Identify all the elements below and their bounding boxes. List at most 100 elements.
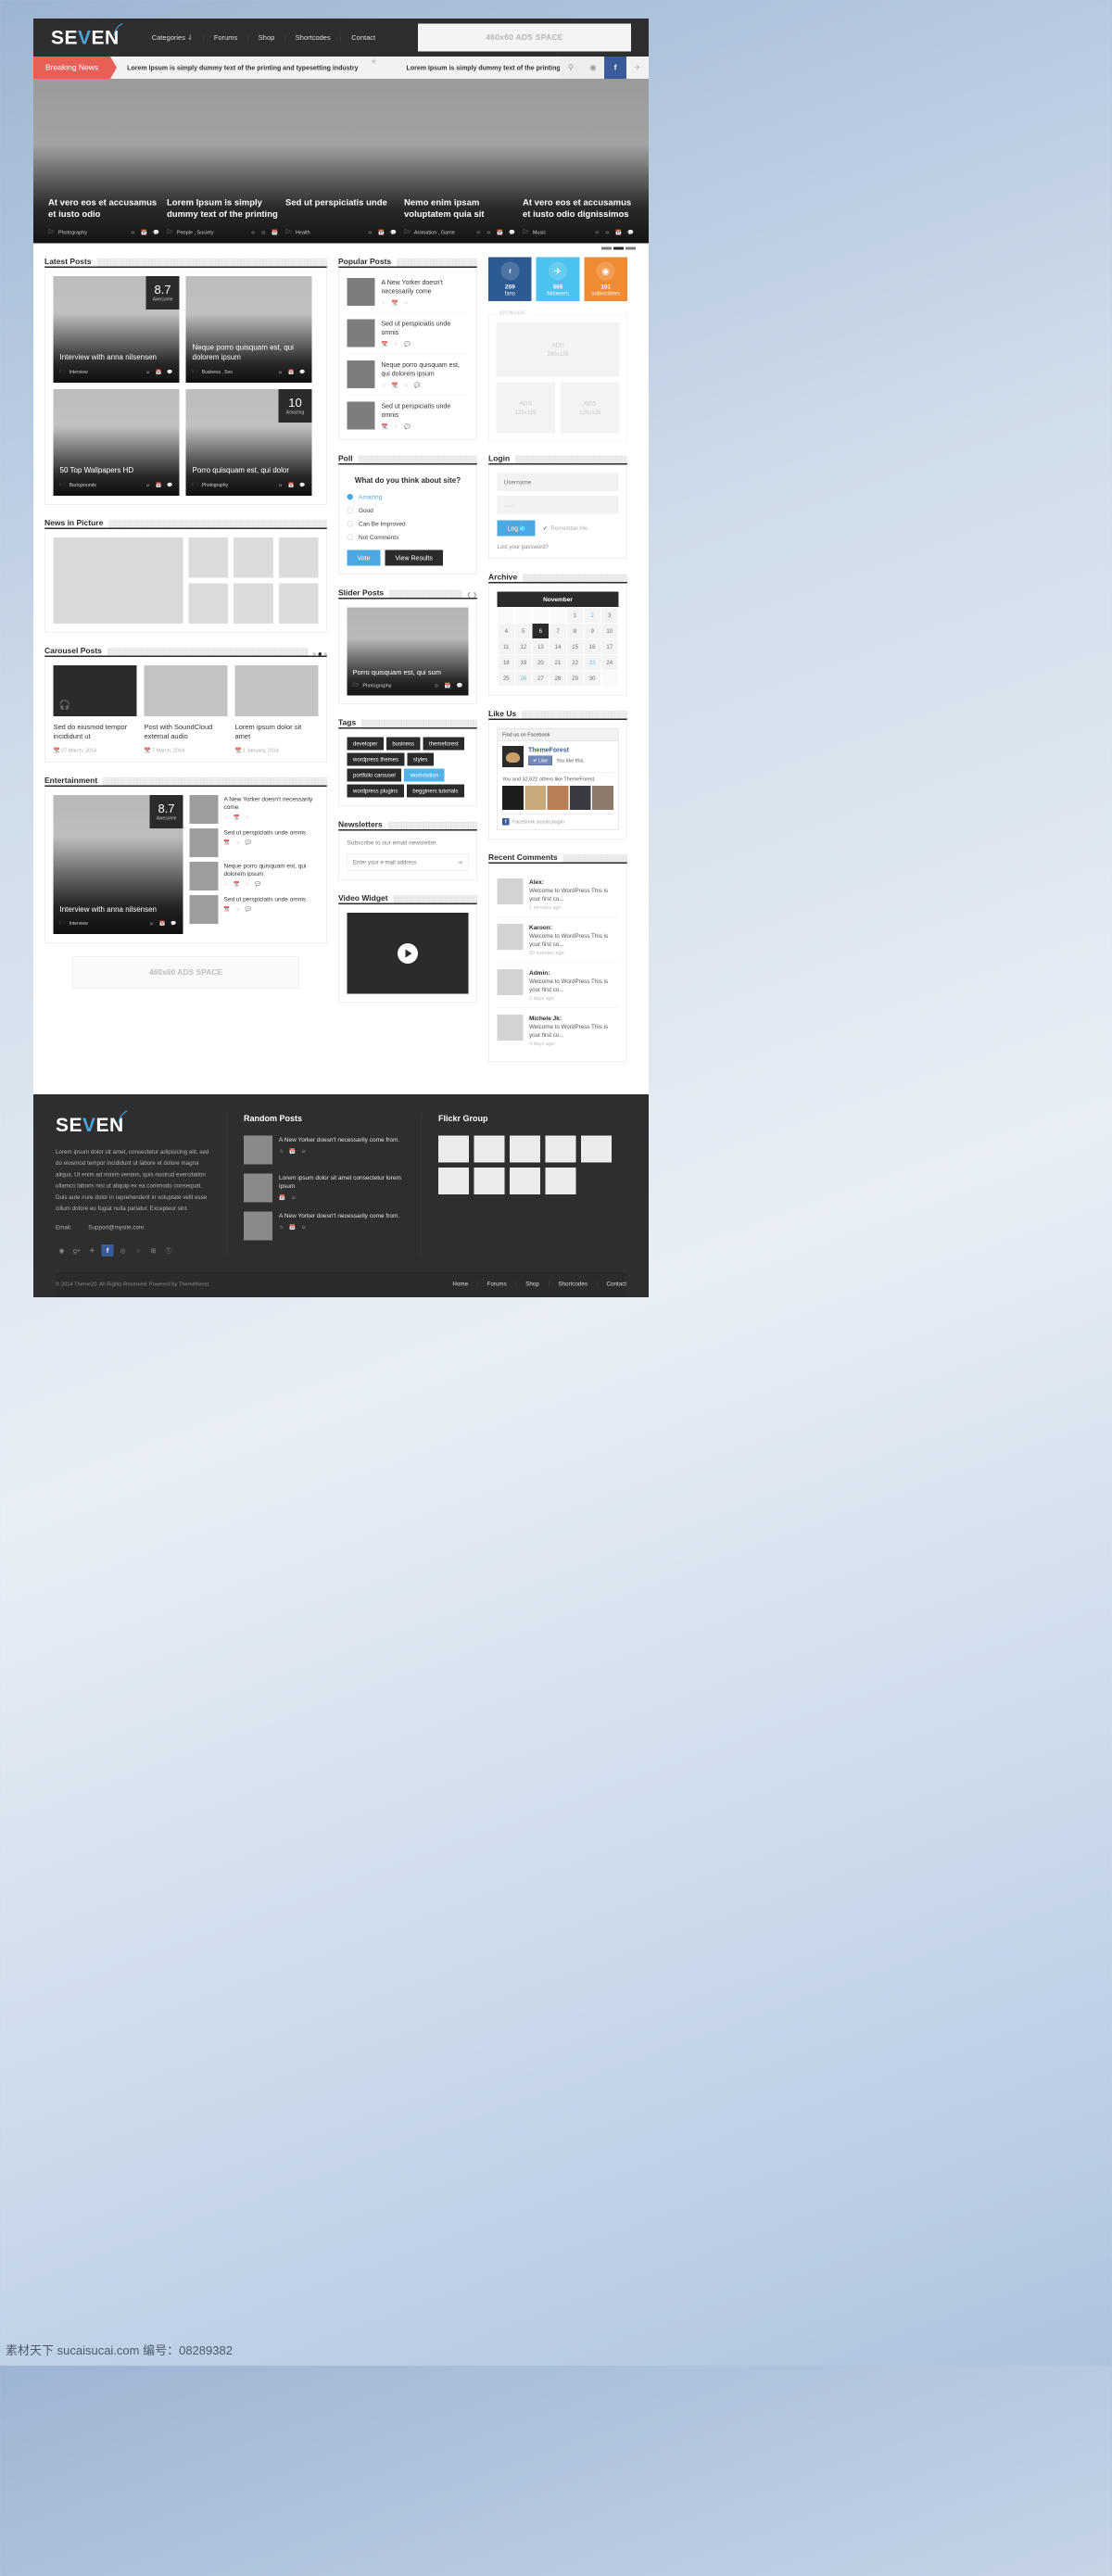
news-picture-thumb[interactable] xyxy=(278,537,319,578)
dribbble-icon[interactable]: ◉ xyxy=(56,1244,68,1256)
list-item[interactable]: Michele Jk: Welcome to WordPress This is… xyxy=(497,1008,619,1054)
chevron-right-icon[interactable]: ❯ xyxy=(473,591,477,598)
poll-option-amazing[interactable]: Amazing xyxy=(347,494,469,500)
calendar-day[interactable]: 15 xyxy=(565,638,585,655)
footer-logo[interactable]: SEVEN xyxy=(56,1110,210,1136)
news-picture-thumb[interactable] xyxy=(234,583,273,624)
twitter-icon[interactable]: ✈ xyxy=(86,1244,98,1256)
vote-button[interactable]: Vote xyxy=(347,549,381,566)
slider-dot[interactable] xyxy=(626,246,636,250)
slider-dot-active[interactable] xyxy=(613,246,624,250)
calendar-day[interactable]: 9 xyxy=(583,623,601,639)
list-item[interactable]: Karoon: Welcome to WordPress This is you… xyxy=(497,917,619,963)
breaking-news-item-1[interactable]: Lorem Ipsum is simply dummy text of the … xyxy=(110,57,358,79)
calendar-day[interactable]: 19 xyxy=(514,654,533,671)
tag-wordpress-plugins[interactable]: wordpress plugins xyxy=(347,784,404,798)
list-item[interactable]: A New Yorker doesn't necessarily come fr… xyxy=(244,1211,405,1241)
poll-option-can-be-improved[interactable]: Can Be Improved xyxy=(347,521,469,527)
calendar-day[interactable]: 21 xyxy=(549,654,567,671)
flickr-thumb[interactable] xyxy=(581,1135,612,1163)
tag-business[interactable]: business xyxy=(385,737,421,751)
github-icon[interactable]: ○ xyxy=(133,1244,145,1256)
carousel-dot-active[interactable] xyxy=(318,652,322,656)
list-item[interactable]: Neque porro quisquam est, qui dolorem ip… xyxy=(347,354,469,396)
radio-icon[interactable] xyxy=(347,494,353,500)
footer-nav-shop[interactable]: Shop xyxy=(516,1281,550,1288)
news-picture-thumb[interactable] xyxy=(188,583,229,624)
slider-post-slide[interactable]: Porro quisquam est, qui sum 🗁 Photograph… xyxy=(347,607,469,696)
twitter-icon[interactable]: ✈ xyxy=(626,57,649,79)
logo[interactable]: SEVEN xyxy=(51,23,123,49)
radio-icon[interactable] xyxy=(347,507,353,513)
calendar-day[interactable]: 25 xyxy=(497,670,516,687)
post-card[interactable]: Neque porro quisquam est, qui dolorem ip… xyxy=(185,276,312,383)
play-icon[interactable] xyxy=(398,942,418,964)
featured-slide[interactable]: Nemo enim ipsam voluptatem quia sit 🗁 An… xyxy=(400,197,519,237)
breaking-news-item-2[interactable]: Lorem Ipsum is simply dummy text of the … xyxy=(390,57,560,79)
news-picture-large[interactable] xyxy=(53,537,183,624)
entertainment-item[interactable]: Neque porro quisquam est, qui dolorem ip… xyxy=(189,861,319,890)
calendar-day[interactable]: 30 xyxy=(583,670,601,687)
flickr-thumb[interactable] xyxy=(510,1168,540,1194)
facebook-icon[interactable]: f xyxy=(604,57,626,79)
calendar-day[interactable]: 24 xyxy=(600,654,619,671)
slider-pagination[interactable] xyxy=(601,246,636,250)
poll-option-good[interactable]: Good xyxy=(347,507,469,514)
entertainment-item[interactable]: A New Yorker doesn't necessarily come ☆ … xyxy=(189,794,319,824)
pinterest-icon[interactable]: Ⓣ xyxy=(163,1244,175,1256)
calendar-day[interactable]: 29 xyxy=(565,670,585,687)
remember-me-checkbox[interactable]: ✓ Remember Me xyxy=(543,524,588,532)
calendar-day[interactable]: 16 xyxy=(583,638,601,655)
calendar-day[interactable]: 27 xyxy=(531,670,550,687)
footer-nav-home[interactable]: Home xyxy=(443,1281,478,1288)
list-item[interactable]: Lorem ipsum dolor sit amet consectetur l… xyxy=(244,1173,405,1203)
flickr-thumb[interactable] xyxy=(438,1168,469,1194)
footer-email-link[interactable]: Support@mysite.com xyxy=(88,1224,144,1231)
calendar-day[interactable]: 28 xyxy=(549,670,567,687)
twitter-counter[interactable]: ✈ 568 followers xyxy=(536,257,580,301)
sponsor-ad-large[interactable]: ADS 260x125 xyxy=(496,322,620,377)
password-field[interactable] xyxy=(497,496,619,514)
calendar-day[interactable]: 20 xyxy=(531,654,550,671)
tag-workstation[interactable]: workstation xyxy=(404,768,445,782)
calendar-day-today[interactable]: 6 xyxy=(531,623,550,639)
carousel-pagination[interactable] xyxy=(312,652,327,656)
google-plus-icon[interactable]: g+ xyxy=(71,1244,83,1256)
bottom-ad-banner[interactable]: 460x60 ADS SPACE xyxy=(72,956,299,989)
calendar-day[interactable]: 11 xyxy=(497,638,516,655)
flickr-thumb[interactable] xyxy=(474,1168,505,1194)
post-card[interactable]: 8.7 Awesome Interview with anna nilsense… xyxy=(53,276,180,383)
carousel-item[interactable]: Post with SoundCloud external audio 📆 7 … xyxy=(144,665,228,753)
linkedin-icon[interactable]: ⊞ xyxy=(147,1244,159,1256)
nav-item-shortcodes[interactable]: Shortcodes xyxy=(285,33,342,42)
facebook-icon[interactable]: f xyxy=(101,1244,114,1257)
rss-counter[interactable]: ◉ 101 subscribers xyxy=(584,257,627,301)
news-picture-thumb[interactable] xyxy=(188,537,229,578)
post-card[interactable]: 50 Top Wallpapers HD 🗁 Backgrounds ☺ 📆 💬 xyxy=(53,389,180,496)
news-picture-thumb[interactable] xyxy=(234,537,273,578)
flickr-thumb[interactable] xyxy=(510,1135,540,1163)
nav-item-shop[interactable]: Shop xyxy=(248,33,285,42)
list-item[interactable]: Admin: Welcome to WordPress This is your… xyxy=(497,963,619,1008)
post-card[interactable]: 10 Amazing Porro quisquam est, qui dolor… xyxy=(185,389,312,496)
featured-slide[interactable]: Lorem Ipsum is simply dummy text of the … xyxy=(163,197,282,237)
facebook-like-button[interactable]: ✔ Like xyxy=(528,755,553,765)
slider-arrows[interactable]: ❮ ❯ xyxy=(466,591,477,598)
nav-item-contact[interactable]: Contact xyxy=(341,34,385,42)
dribbble-icon[interactable]: ◉ xyxy=(582,57,604,79)
carousel-item[interactable]: Lorem ipsum dolor sit amet 📆 1 January, … xyxy=(234,665,319,753)
list-item[interactable]: A New Yorker doesn't necessarily come fr… xyxy=(244,1135,405,1165)
tag-wordpress-themes[interactable]: wordpress themes xyxy=(347,752,405,766)
entertainment-item[interactable]: Sed ut perspiciatis unde omnis 📆 ☺ 💬 xyxy=(189,894,319,924)
calendar-day[interactable]: 14 xyxy=(549,638,567,655)
tag-themeforest[interactable]: themeforest xyxy=(423,737,465,751)
view-results-button[interactable]: View Results xyxy=(385,549,443,566)
carousel-thumb[interactable] xyxy=(144,665,228,716)
radio-icon[interactable] xyxy=(347,534,353,540)
poll-option-not-comments[interactable]: Not Comments xyxy=(347,534,469,541)
sponsor-ad-small[interactable]: ADS 125x125 xyxy=(561,382,620,434)
calendar-day[interactable]: 12 xyxy=(514,638,533,655)
carousel-dot[interactable] xyxy=(323,652,327,656)
list-item[interactable]: A New Yorker doesn't necessarily come ☆ … xyxy=(347,276,469,313)
radio-icon[interactable] xyxy=(347,521,353,527)
